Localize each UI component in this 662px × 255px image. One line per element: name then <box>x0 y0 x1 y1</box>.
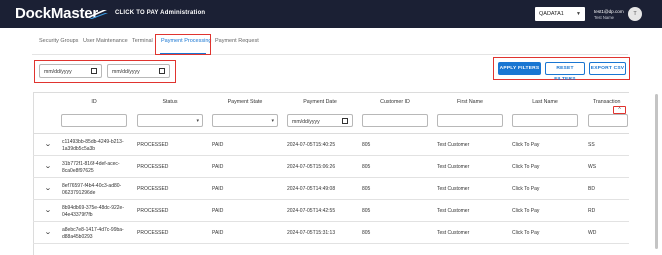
chevron-down-icon[interactable]: ⌄ <box>44 228 52 236</box>
date-from-placeholder: mm/dd/yyyy <box>44 69 72 75</box>
column-header-first-name[interactable]: First Name <box>437 99 503 105</box>
column-header-transaction[interactable]: Transaction <box>593 99 620 105</box>
app-title: CLICK TO PAY Administration <box>115 10 206 16</box>
filter-payment-date-field[interactable]: mm/dd/yyyy <box>287 114 353 127</box>
calendar-icon[interactable] <box>342 118 348 124</box>
tab-payment-request[interactable]: Payment Request <box>215 38 259 44</box>
table-row[interactable]: ⌄ 8b94db69-375e-48dc-922e- 04e43379f7fb P… <box>33 200 629 222</box>
cell-customer-id: 805 <box>362 230 371 236</box>
calendar-icon[interactable] <box>91 68 97 74</box>
chevron-down-icon[interactable]: ⌄ <box>44 206 52 214</box>
cell-transaction: SS <box>588 142 595 148</box>
chevron-down-icon[interactable]: ⌄ <box>44 140 52 148</box>
tab-security-groups[interactable]: Security Groups <box>39 38 78 44</box>
column-header-id[interactable]: ID <box>61 99 127 105</box>
date-to-placeholder: mm/dd/yyyy <box>112 69 140 75</box>
filter-transaction-input[interactable] <box>588 114 628 127</box>
cell-status: PROCESSED <box>137 164 169 170</box>
cell-status: PROCESSED <box>137 142 169 148</box>
scrollbar-thumb[interactable] <box>655 94 658 249</box>
cell-last-name: Click To Pay <box>512 208 540 214</box>
filter-last-name-input[interactable] <box>512 114 578 127</box>
environment-select-value: QADATA1 <box>539 11 564 17</box>
cell-status: PROCESSED <box>137 230 169 236</box>
cell-transaction: RD <box>588 208 596 214</box>
column-header-customer-id[interactable]: Customer ID <box>362 99 428 105</box>
cell-first-name: Test Customer <box>437 208 470 214</box>
cell-status: PROCESSED <box>137 186 169 192</box>
cell-first-name: Test Customer <box>437 142 470 148</box>
cell-payment-state: PAID <box>212 164 224 170</box>
cell-transaction: WS <box>588 164 597 170</box>
tab-user-maintenance[interactable]: User Maintenance <box>83 38 128 44</box>
user-name: Test Name <box>594 15 615 20</box>
table-row[interactable]: ⌄ 8ef76597-f4b4-40c3-ad80- 0623791296de P… <box>33 178 629 200</box>
cell-id: 31b772f1-816f-4def-acec- 8ca0e8f97625 <box>62 161 120 174</box>
calendar-icon[interactable] <box>159 68 165 74</box>
highlight-box-tab <box>155 34 211 55</box>
reset-filters-button[interactable]: RESET FILTERS <box>545 62 585 82</box>
filter-payment-state-select[interactable]: ▾ <box>212 114 278 127</box>
chevron-down-icon[interactable]: ⌄ <box>44 184 52 192</box>
filter-payment-date-placeholder: mm/dd/yyyy <box>292 118 320 125</box>
table-row[interactable]: ⌄ c11493bb-85db-4249-b213- 1a39db5c5a3b P… <box>33 134 629 156</box>
export-csv-button[interactable]: EXPORT CSV <box>589 62 626 75</box>
cell-payment-state: PAID <box>212 186 224 192</box>
sort-icon[interactable]: ^ <box>613 106 626 114</box>
cell-payment-date: 2024-07-05T14:42:55 <box>287 208 336 214</box>
table-row[interactable]: ⌄ a8ebc7e8-1417-4d7c-99ba-d88a45b0293 PR… <box>33 222 629 244</box>
column-header-payment-state[interactable]: Payment State <box>212 99 278 105</box>
filter-first-name-input[interactable] <box>437 114 503 127</box>
cell-first-name: Test Customer <box>437 230 470 236</box>
cell-payment-state: PAID <box>212 142 224 148</box>
tab-divider <box>32 54 628 55</box>
cell-id: c11493bb-85db-4249-b213- 1a39db5c5a3b <box>62 139 124 152</box>
cell-status: PROCESSED <box>137 208 169 214</box>
cell-last-name: Click To Pay <box>512 142 540 148</box>
cell-transaction: WD <box>588 230 597 236</box>
cell-first-name: Test Customer <box>437 164 470 170</box>
environment-select[interactable]: QADATA1 ▼ <box>535 7 585 21</box>
cell-id: 8ef76597-f4b4-40c3-ad80- 0623791296de <box>62 183 122 196</box>
cell-id: a8ebc7e8-1417-4d7c-99ba-d88a45b0293 <box>62 227 124 240</box>
cell-payment-date: 2024-07-05T15:31:13 <box>287 230 336 236</box>
chevron-down-icon[interactable]: ⌄ <box>44 162 52 170</box>
cell-customer-id: 805 <box>362 142 371 148</box>
apply-filters-button[interactable]: APPLY FILTERS <box>498 62 541 75</box>
table-row[interactable]: ⌄ 31b772f1-816f-4def-acec- 8ca0e8f97625 P… <box>33 156 629 178</box>
date-from-field[interactable]: mm/dd/yyyy <box>39 64 102 78</box>
top-bar: DockMaster CLICK TO PAY Administration Q… <box>0 0 662 28</box>
cell-payment-state: PAID <box>212 208 224 214</box>
cell-customer-id: 805 <box>362 164 371 170</box>
cell-first-name: Test Customer <box>437 186 470 192</box>
caret-down-icon: ▾ <box>196 118 199 124</box>
cell-payment-date: 2024-07-05T15:40:25 <box>287 142 336 148</box>
logo-swoosh-icon <box>85 10 108 19</box>
filter-customer-id-input[interactable] <box>362 114 428 127</box>
column-header-status[interactable]: Status <box>137 99 203 105</box>
filter-id-input[interactable] <box>61 114 127 127</box>
cell-customer-id: 805 <box>362 208 371 214</box>
cell-last-name: Click To Pay <box>512 164 540 170</box>
column-header-last-name[interactable]: Last Name <box>512 99 578 105</box>
caret-down-icon: ▼ <box>576 11 581 17</box>
column-header-payment-date[interactable]: Payment Date <box>287 99 353 105</box>
cell-last-name: Click To Pay <box>512 230 540 236</box>
cell-customer-id: 805 <box>362 186 371 192</box>
cell-last-name: Click To Pay <box>512 186 540 192</box>
vertical-scrollbar[interactable] <box>654 92 659 252</box>
cell-payment-date: 2024-07-05T14:49:08 <box>287 186 336 192</box>
date-to-field[interactable]: mm/dd/yyyy <box>107 64 170 78</box>
cell-id: 8b94db69-375e-48dc-922e- 04e43379f7fb <box>62 205 124 218</box>
avatar[interactable]: T <box>628 7 642 21</box>
cell-payment-state: PAID <box>212 230 224 236</box>
tab-terminal[interactable]: Terminal <box>132 38 153 44</box>
caret-down-icon: ▾ <box>271 118 274 124</box>
cell-transaction: BD <box>588 186 595 192</box>
filter-status-select[interactable]: ▾ <box>137 114 203 127</box>
cell-payment-date: 2024-07-05T15:06:26 <box>287 164 336 170</box>
user-email: test1@dp.com <box>594 9 624 14</box>
